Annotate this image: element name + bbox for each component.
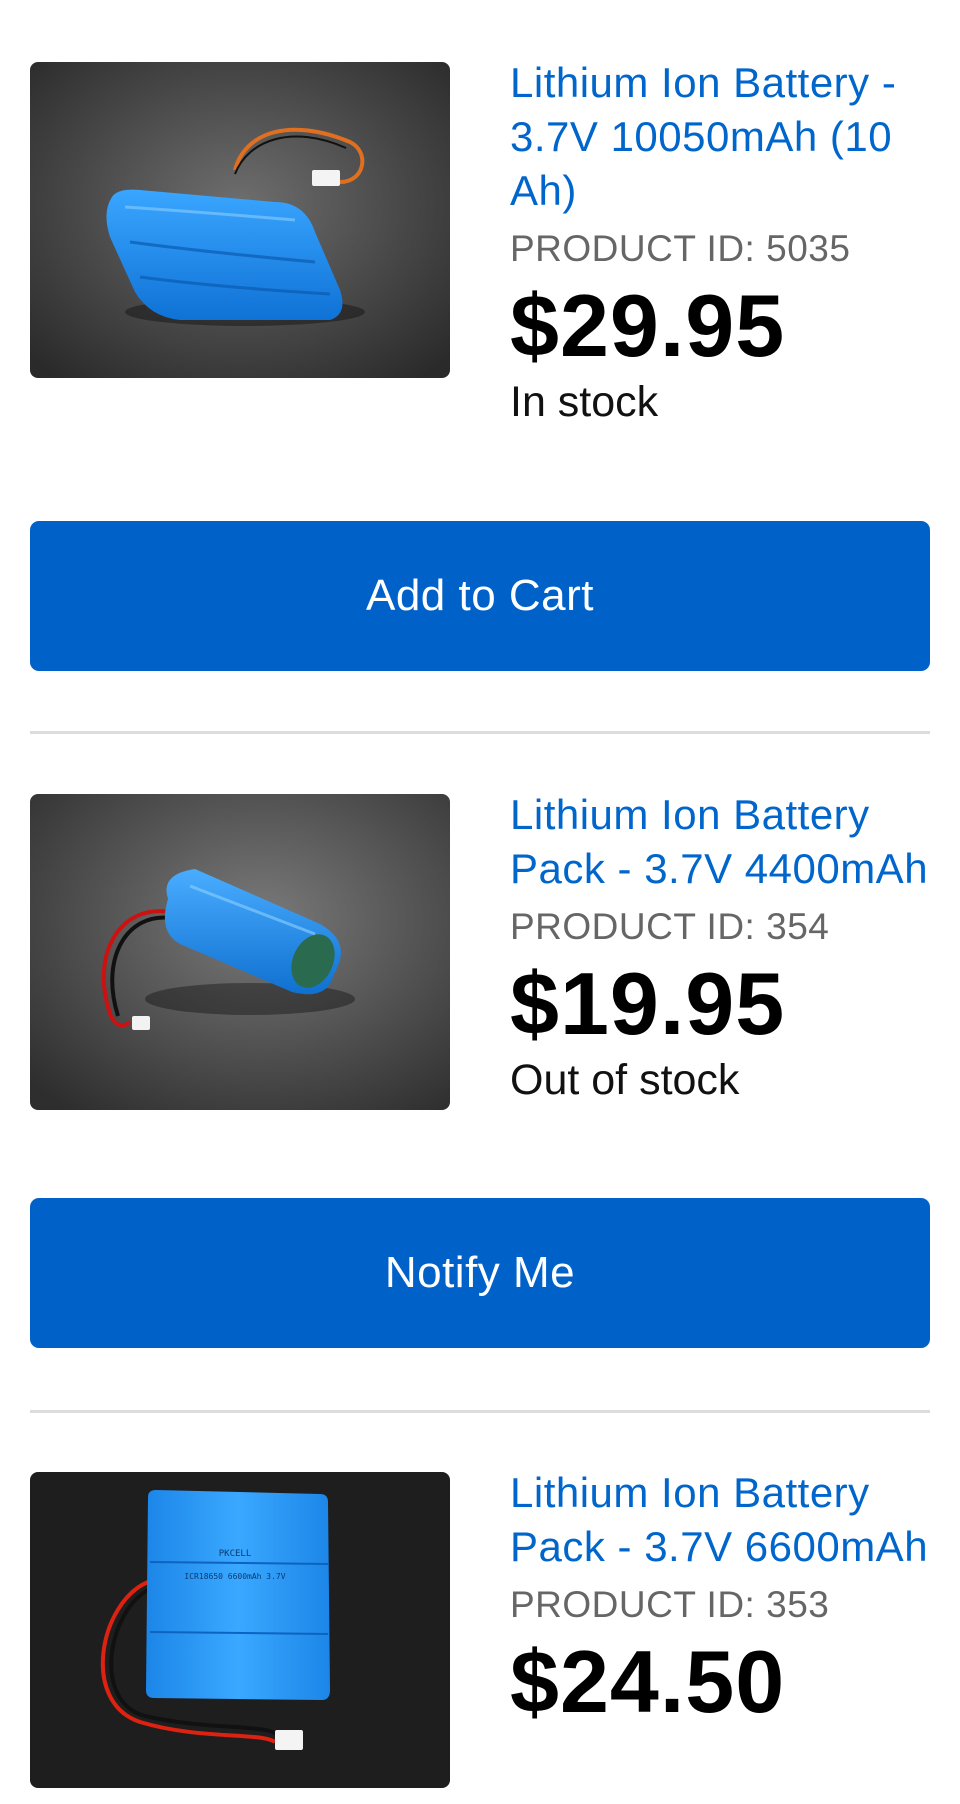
battery-10050-image xyxy=(30,62,450,378)
product-title-link[interactable]: Lithium Ion Battery Pack - 3.7V 6600mAh xyxy=(510,1466,930,1574)
divider xyxy=(30,1410,930,1413)
stock-status: In stock xyxy=(510,378,659,426)
product-info: Lithium Ion Battery Pack - 3.7V 4400mAh … xyxy=(510,788,930,1106)
battery-6600-image: PKCELL ICR18650 6600mAh 3.7V xyxy=(30,1472,450,1788)
product-card: PKCELL ICR18650 6600mAh 3.7V Lithium Ion… xyxy=(30,1469,930,1804)
battery-4400-image xyxy=(30,794,450,1110)
product-price: $24.50 xyxy=(510,1632,786,1731)
product-info: Lithium Ion Battery - 3.7V 10050mAh (10 … xyxy=(510,56,930,428)
product-info: Lithium Ion Battery Pack - 3.7V 6600mAh … xyxy=(510,1466,930,1732)
product-image[interactable]: PKCELL ICR18650 6600mAh 3.7V xyxy=(30,1472,450,1788)
product-card: Lithium Ion Battery Pack - 3.7V 4400mAh … xyxy=(30,791,930,1354)
product-price: $29.95 xyxy=(510,276,786,375)
product-id: PRODUCT ID: 354 xyxy=(510,906,830,947)
product-image[interactable] xyxy=(30,794,450,1110)
stock-status: Out of stock xyxy=(510,1056,740,1104)
add-to-cart-button[interactable]: Add to Cart xyxy=(30,521,930,671)
divider xyxy=(30,731,930,734)
cell-brand-text: PKCELL xyxy=(219,1549,252,1559)
product-id: PRODUCT ID: 353 xyxy=(510,1584,830,1625)
product-id: PRODUCT ID: 5035 xyxy=(510,228,851,269)
product-card: Lithium Ion Battery - 3.7V 10050mAh (10 … xyxy=(30,59,930,672)
notify-me-button[interactable]: Notify Me xyxy=(30,1198,930,1348)
cell-model-text: ICR18650 6600mAh 3.7V xyxy=(184,1572,285,1581)
product-image[interactable] xyxy=(30,62,450,378)
product-price: $19.95 xyxy=(510,954,786,1053)
product-title-link[interactable]: Lithium Ion Battery - 3.7V 10050mAh (10 … xyxy=(510,56,930,218)
product-title-link[interactable]: Lithium Ion Battery Pack - 3.7V 4400mAh xyxy=(510,788,930,896)
